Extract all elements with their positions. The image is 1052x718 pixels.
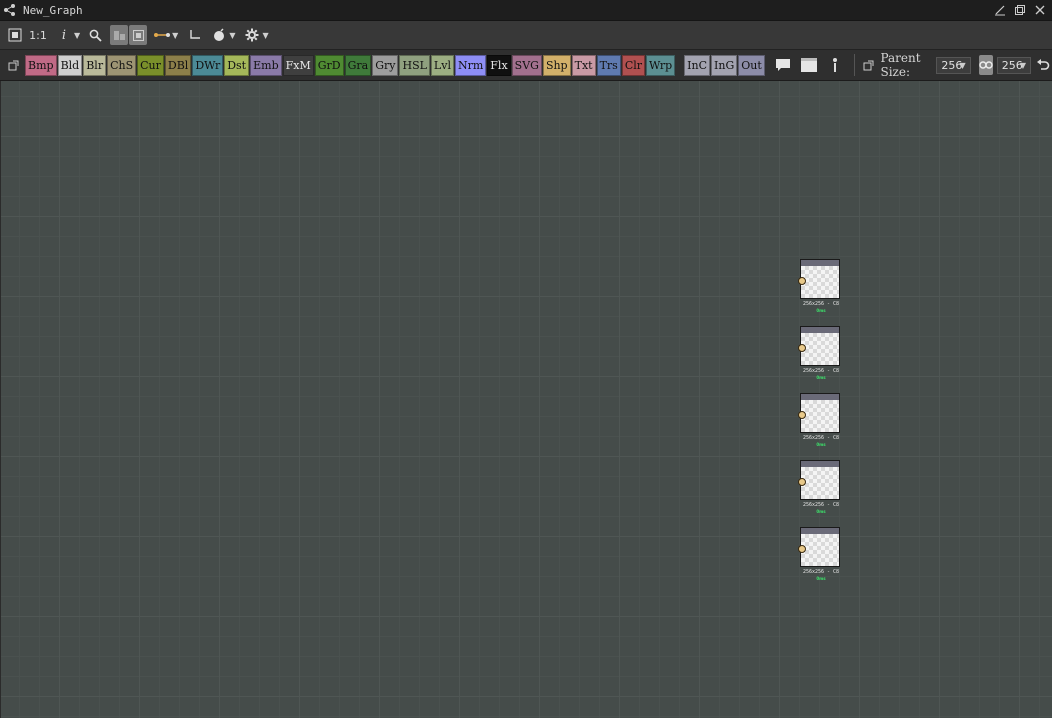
link-icon[interactable] xyxy=(978,55,993,75)
gear-icon[interactable] xyxy=(243,25,261,45)
parent-size-label: Parent Size: xyxy=(880,51,921,79)
info-button[interactable]: i xyxy=(55,25,73,45)
node-size-label: 256x256 - C8 xyxy=(802,569,840,575)
zoom-1-1-button[interactable]: 1:1 xyxy=(29,25,47,45)
node-button-wrp[interactable]: Wrp xyxy=(646,54,676,76)
chevron-down-icon[interactable]: ▼ xyxy=(172,31,178,40)
node-button-svg[interactable]: SVG xyxy=(511,54,542,76)
window-title: New_Graph xyxy=(23,3,83,17)
panel-icon[interactable] xyxy=(800,55,818,75)
node-size-label: 256x256 - C8 xyxy=(802,502,840,508)
align-icon[interactable] xyxy=(110,25,129,45)
chevron-down-icon[interactable]: ▼ xyxy=(74,31,80,40)
step-connector-icon[interactable] xyxy=(186,25,204,45)
chevron-down-icon: ▼ xyxy=(959,60,966,70)
node-button-dwr[interactable]: DWr xyxy=(192,54,224,76)
node-button-shp[interactable]: Shp xyxy=(542,54,571,76)
divider xyxy=(853,54,855,76)
node-button-lvl[interactable]: Lvl xyxy=(430,54,454,76)
node-button-blr[interactable]: Blr xyxy=(83,54,107,76)
node-size-label: 256x256 - C8 xyxy=(802,368,840,374)
node-input-port[interactable] xyxy=(798,411,806,419)
pin-icon[interactable] xyxy=(992,2,1008,18)
node-button-chs[interactable]: ChS xyxy=(107,54,137,76)
chevron-down-icon[interactable]: ▼ xyxy=(262,31,268,40)
graph-canvas[interactable]: 256x256 - C8 0ms 256x256 - C8 0ms 256x256 - … xyxy=(1,81,1052,718)
popout-icon[interactable] xyxy=(859,55,877,75)
node-status-label: 0ms xyxy=(816,576,826,581)
restore-icon[interactable] xyxy=(1012,2,1028,18)
graph-icon xyxy=(4,4,15,16)
connector-icon[interactable] xyxy=(153,25,171,45)
node-button-cur[interactable]: Cur xyxy=(137,54,164,76)
search-icon[interactable] xyxy=(86,25,104,45)
node-button-fxm[interactable]: FxM xyxy=(282,54,314,76)
node-thumbnail xyxy=(801,467,839,499)
node-button-emb[interactable]: Emb xyxy=(250,54,282,76)
close-icon[interactable] xyxy=(1032,2,1048,18)
bomb-icon[interactable] xyxy=(210,25,228,45)
node-input-port[interactable] xyxy=(798,478,806,486)
node-button-group: Bmp Bld Blr ChS Cur DBl DWr Dst Emb FxM GrD Gra Gry H… xyxy=(25,54,766,76)
node-button-dst[interactable]: Dst xyxy=(224,54,250,76)
node-button-ing[interactable]: InG xyxy=(711,54,738,76)
node-status-label: 0ms xyxy=(816,442,826,447)
node-button-hsl[interactable]: HSL xyxy=(399,54,430,76)
undo-icon[interactable] xyxy=(1034,55,1052,75)
node-button-gry[interactable]: Gry xyxy=(372,54,399,76)
title-bar: New_Graph xyxy=(0,0,1052,21)
graph-node[interactable]: 256x256 - C8 0ms xyxy=(798,527,840,581)
fit-view-icon[interactable] xyxy=(6,25,24,45)
parent-height-select[interactable]: 256 ▼ xyxy=(996,56,1031,74)
node-size-label: 256x256 - C8 xyxy=(802,435,840,441)
node-thumbnail xyxy=(801,400,839,432)
popout-icon[interactable] xyxy=(4,55,22,75)
node-size-label: 256x256 - C8 xyxy=(802,301,840,307)
node-status-label: 0ms xyxy=(816,509,826,514)
graph-node[interactable]: 256x256 - C8 0ms xyxy=(798,326,840,380)
node-thumbnail xyxy=(801,534,839,566)
node-button-txt[interactable]: Txt xyxy=(571,54,596,76)
comment-icon[interactable] xyxy=(774,55,792,75)
node-button-out[interactable]: Out xyxy=(738,54,765,76)
parent-width-select[interactable]: 256 ▼ xyxy=(936,56,971,74)
node-button-grd[interactable]: GrD xyxy=(314,54,344,76)
node-button-gra[interactable]: Gra xyxy=(344,54,372,76)
chevron-down-icon[interactable]: ▼ xyxy=(229,31,235,40)
node-input-port[interactable] xyxy=(798,277,806,285)
pin-dot-icon[interactable] xyxy=(826,55,844,75)
node-thumbnail xyxy=(801,333,839,365)
frame-icon[interactable] xyxy=(129,25,148,45)
node-button-clr[interactable]: Clr xyxy=(621,54,646,76)
node-button-bmp[interactable]: Bmp xyxy=(25,54,57,76)
node-button-trs[interactable]: Trs xyxy=(596,54,621,76)
graph-node[interactable]: 256x256 - C8 0ms xyxy=(798,259,840,313)
node-status-label: 0ms xyxy=(816,308,826,313)
node-button-nrm[interactable]: Nrm xyxy=(454,54,487,76)
node-input-port[interactable] xyxy=(798,545,806,553)
graph-node[interactable]: 256x256 - C8 0ms xyxy=(798,460,840,514)
node-button-flx[interactable]: Flx xyxy=(487,54,511,76)
node-button-bld[interactable]: Bld xyxy=(57,54,83,76)
node-button-inc[interactable]: InC xyxy=(684,54,711,76)
node-input-port[interactable] xyxy=(798,344,806,352)
node-toolbar: Bmp Bld Blr ChS Cur DBl DWr Dst Emb FxM GrD Gra Gry H… xyxy=(0,50,1052,81)
chevron-down-icon: ▼ xyxy=(1019,60,1026,70)
graph-node[interactable]: 256x256 - C8 0ms xyxy=(798,393,840,447)
node-button-dbl[interactable]: DBl xyxy=(164,54,192,76)
node-thumbnail xyxy=(801,266,839,298)
node-status-label: 0ms xyxy=(816,375,826,380)
graph-toolbar: 1:1 i ▼ ▼ ▼ ▼ xyxy=(0,21,1052,50)
